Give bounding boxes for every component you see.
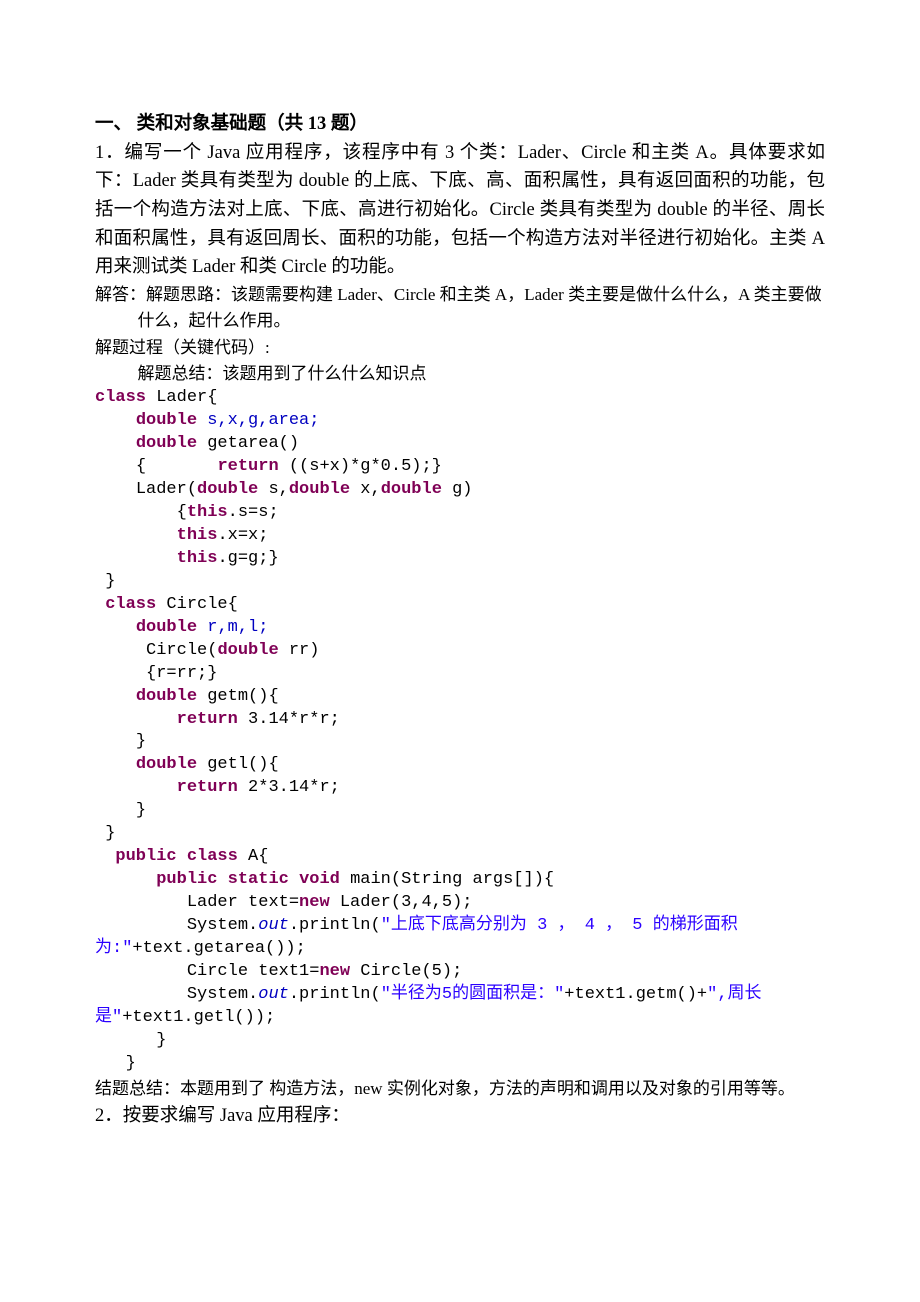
string-literal-2a: "半径为5的圆面积是："	[381, 985, 565, 1004]
keyword-new: new	[299, 893, 330, 912]
fields-circle: ,m,l;	[217, 618, 268, 637]
keyword-this: this	[187, 503, 228, 522]
keyword-double: double	[136, 618, 197, 637]
keyword-double: double	[197, 480, 258, 499]
keyword-new: new	[319, 962, 350, 981]
keyword-this: this	[177, 526, 218, 545]
static-out: out	[258, 985, 289, 1004]
keyword-class: class	[95, 388, 146, 407]
keyword-public: public	[115, 847, 176, 866]
field-s: s	[207, 411, 217, 430]
keyword-class: class	[187, 847, 238, 866]
keyword-double: double	[217, 641, 278, 660]
problem-2: 2．按要求编写 Java 应用程序：	[95, 1102, 825, 1131]
keyword-this: this	[177, 549, 218, 568]
static-out: out	[258, 916, 289, 935]
field-r: r	[207, 618, 217, 637]
keyword-double: double	[289, 480, 350, 499]
page-content: 一、 类和对象基础题（共 13 题） 1．编写一个 Java 应用程序，该程序中…	[0, 0, 920, 1302]
keyword-return: return	[177, 710, 238, 729]
conclusion: 结题总结：本题用到了 构造方法，new 实例化对象，方法的声明和调用以及对象的引…	[95, 1076, 825, 1102]
answer-thought: 解答：解题思路：该题需要构建 Lader、Circle 和主类 A，Lader …	[95, 282, 825, 335]
fields-lader: ,x,g,area;	[217, 411, 319, 430]
keyword-return: return	[217, 457, 278, 476]
problem-1-body: 1．编写一个 Java 应用程序，该程序中有 3 个类：Lader、Circle…	[95, 139, 825, 282]
keyword-void: void	[299, 870, 340, 889]
keyword-double: double	[136, 434, 197, 453]
keyword-double: double	[136, 687, 197, 706]
summary-hint: 解题总结：该题用到了什么什么知识点	[95, 361, 825, 387]
keyword-double: double	[136, 755, 197, 774]
keyword-public: public	[156, 870, 217, 889]
keyword-return: return	[177, 778, 238, 797]
process-label: 解题过程（关键代码）:	[95, 335, 825, 361]
section-title: 一、 类和对象基础题（共 13 题）	[95, 110, 825, 139]
code-block: class Lader{ double s,x,g,area; double g…	[95, 387, 825, 1075]
keyword-double: double	[381, 480, 442, 499]
keyword-double: double	[136, 411, 197, 430]
keyword-class: class	[105, 595, 156, 614]
keyword-static: static	[228, 870, 289, 889]
